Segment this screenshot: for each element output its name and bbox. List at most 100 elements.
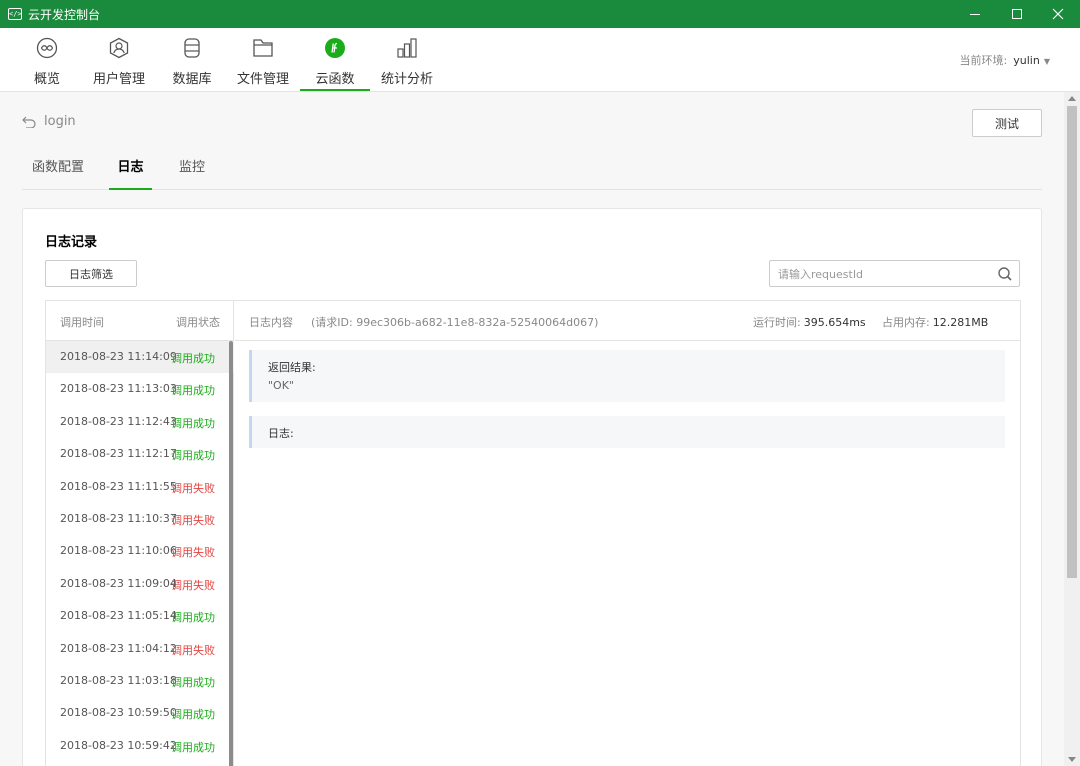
function-tabs: 函数配置 日志 监控 [22, 144, 1042, 190]
invocation-time: 2018-08-23 11:04:12 [60, 641, 177, 655]
table-row[interactable]: 2018-08-23 10:59:50 调用成功 [46, 697, 234, 729]
folder-icon [253, 39, 273, 57]
logs-title: 日志: [268, 427, 294, 440]
log-detail-header: 日志内容 (请求ID: 99ec306b-a682-11e8-832a-5254… [235, 301, 1021, 341]
nav-label-users: 用户管理 [92, 72, 145, 87]
column-header-status: 调用状态 [176, 316, 220, 329]
table-row[interactable]: 2018-08-23 11:10:06 调用失败 [46, 535, 234, 567]
top-nav: 概览 用户管理 数据库 文件管理 云函数 统计分析 当前环境: yulin ▼ [0, 28, 1080, 92]
nav-item-files[interactable]: 文件管理 [236, 28, 290, 91]
run-time: 运行时间: 395.654ms [753, 314, 866, 330]
invocation-time: 2018-08-23 11:05:14 [60, 609, 177, 623]
table-row[interactable]: 2018-08-23 11:12:43 调用成功 [46, 406, 234, 438]
invocation-time: 2018-08-23 11:12:17 [60, 447, 177, 461]
memory-label: 占用内存: [882, 316, 930, 329]
environment-value: yulin [1013, 54, 1040, 67]
table-row[interactable]: 2018-08-23 11:12:17 调用成功 [46, 438, 234, 470]
log-detail: 日志内容 (请求ID: 99ec306b-a682-11e8-832a-5254… [235, 301, 1021, 766]
memory-value: 12.281MB [932, 316, 989, 329]
back-arrow-icon [22, 116, 36, 128]
invocation-status: 调用失败 [171, 643, 215, 657]
invocation-time: 2018-08-23 11:03:18 [60, 673, 177, 687]
window-title: 云开发控制台 [28, 7, 101, 22]
search-icon[interactable] [997, 266, 1013, 282]
return-result-block: 返回结果: "OK" [249, 350, 1005, 402]
app-logo-icon: </> [8, 8, 22, 20]
invocation-status: 调用失败 [171, 546, 215, 560]
invocation-time: 2018-08-23 11:09:04 [60, 576, 177, 590]
test-button[interactable]: 测试 [972, 109, 1042, 137]
scroll-down-icon[interactable] [1068, 757, 1076, 762]
list-scrollbar[interactable] [229, 341, 233, 766]
page-scrollbar[interactable] [1064, 92, 1080, 766]
log-records-card: 日志记录 日志筛选 调用时间 调用状态 2018-08-23 11:14:09调… [22, 208, 1042, 766]
log-records-title: 日志记录 [45, 235, 98, 250]
request-id-search[interactable] [769, 260, 1020, 287]
invocation-status: 调用失败 [171, 578, 215, 592]
invocation-rows: 2018-08-23 11:14:09 调用成功 2018-08-23 11:13:… [46, 341, 234, 762]
invocation-list: 调用时间 调用状态 2018-08-23 11:14:09 调用成功 2018-08… [46, 301, 234, 766]
tab-monitor[interactable]: 监控 [172, 156, 212, 190]
user-icon [109, 37, 129, 59]
invocation-time: 2018-08-23 10:59:50 [60, 706, 177, 720]
tab-logs[interactable]: 日志 [109, 156, 152, 190]
nav-item-cloud-functions[interactable]: 云函数 [300, 28, 370, 91]
environment-selector[interactable]: 当前环境: yulin ▼ [960, 52, 1050, 68]
tab-config[interactable]: 函数配置 [30, 156, 86, 190]
invocation-time: 2018-08-23 11:10:37 [60, 511, 177, 525]
nav-item-database[interactable]: 数据库 [168, 28, 216, 91]
function-name: login [44, 114, 76, 129]
invocation-status: 调用失败 [171, 513, 215, 527]
title-bar: </> 云开发控制台 [0, 0, 1080, 28]
nav-item-users[interactable]: 用户管理 [88, 28, 150, 91]
log-table: 调用时间 调用状态 2018-08-23 11:14:09 调用成功 2018-08… [45, 300, 1021, 766]
invocation-time: 2018-08-23 11:10:06 [60, 544, 177, 558]
request-id-input[interactable] [778, 265, 978, 283]
maximize-icon[interactable] [997, 0, 1037, 28]
nav-label-analytics: 统计分析 [380, 72, 433, 87]
chart-icon [397, 38, 417, 58]
environment-label: 当前环境: [959, 54, 1008, 67]
table-row[interactable]: 2018-08-23 11:09:04 调用失败 [46, 568, 234, 600]
table-row[interactable]: 2018-08-23 11:04:12 调用失败 [46, 633, 234, 665]
close-icon[interactable] [1038, 0, 1078, 28]
back-link[interactable]: login [22, 114, 76, 129]
minimize-icon[interactable] [955, 0, 995, 28]
log-filter-button[interactable]: 日志筛选 [45, 260, 137, 287]
chevron-down-icon: ▼ [1043, 57, 1050, 66]
scrollbar-thumb[interactable] [1067, 106, 1077, 578]
nav-item-analytics[interactable]: 统计分析 [380, 28, 434, 91]
overview-icon [36, 37, 58, 59]
invocation-time: 2018-08-23 11:13:03 [60, 382, 177, 396]
table-row[interactable]: 2018-08-23 11:10:37 调用失败 [46, 503, 234, 535]
table-row[interactable]: 2018-08-23 11:03:18 调用成功 [46, 665, 234, 697]
table-row[interactable]: 2018-08-23 11:11:55 调用失败 [46, 471, 234, 503]
invocation-status: 调用成功 [171, 675, 215, 689]
nav-label-files: 文件管理 [236, 72, 289, 87]
invocation-status: 调用成功 [171, 740, 215, 754]
nav-label-cloud-functions: 云函数 [315, 72, 355, 87]
invocation-time: 2018-08-23 11:14:09 [60, 350, 177, 363]
invocation-time: 2018-08-23 11:11:55 [60, 479, 177, 493]
memory-usage: 占用内存: 12.281MB [882, 314, 988, 330]
column-header-time: 调用时间 [60, 316, 104, 329]
request-id-text: (请求ID: 99ec306b-a682-11e8-832a-52540064d… [311, 316, 599, 329]
invocation-status: 调用成功 [171, 708, 215, 722]
run-time-label: 运行时间: [753, 316, 801, 329]
invocation-status: 调用成功 [171, 611, 215, 625]
log-content-label: 日志内容 [249, 316, 293, 329]
nav-label-overview: 概览 [33, 72, 60, 87]
invocation-list-header: 调用时间 调用状态 [46, 301, 234, 341]
invocation-time: 2018-08-23 10:59:42 [60, 738, 177, 752]
logs-block: 日志: [249, 416, 1005, 448]
scroll-up-icon[interactable] [1068, 96, 1076, 101]
table-row[interactable]: 2018-08-23 11:05:14 调用成功 [46, 600, 234, 632]
database-icon [184, 38, 200, 58]
table-row[interactable]: 2018-08-23 11:13:03 调用成功 [46, 373, 234, 405]
table-row[interactable]: 2018-08-23 10:59:42 调用成功 [46, 730, 234, 762]
invocation-time: 2018-08-23 11:12:43 [60, 414, 177, 428]
nav-item-overview[interactable]: 概览 [24, 28, 70, 91]
table-row[interactable]: 2018-08-23 11:14:09 调用成功 [46, 341, 234, 374]
main-content: login 测试 函数配置 日志 监控 日志记录 日志筛选 调用时间 调用状态 … [0, 92, 1064, 766]
invocation-status: 调用成功 [171, 416, 215, 430]
